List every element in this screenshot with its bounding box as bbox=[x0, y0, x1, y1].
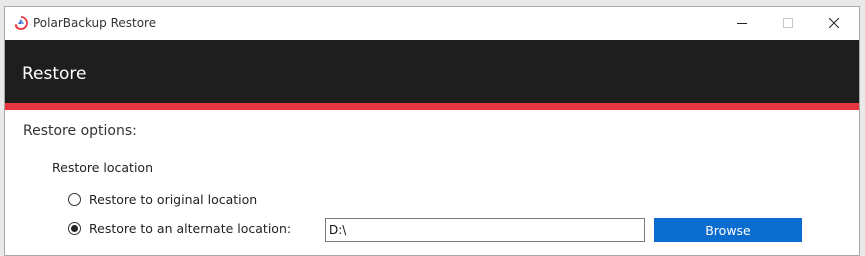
title-bar[interactable]: PolarBackup Restore bbox=[5, 7, 859, 39]
minimize-icon bbox=[737, 18, 747, 28]
restore-window: PolarBackup Restore Restore Restore opti… bbox=[4, 6, 860, 256]
polarbackup-logo-icon bbox=[13, 15, 29, 31]
radio-button-selected[interactable] bbox=[68, 221, 81, 235]
header-accent-bar bbox=[5, 103, 859, 110]
radio-button[interactable] bbox=[68, 192, 81, 206]
section-title: Restore options: bbox=[23, 123, 137, 139]
close-button[interactable] bbox=[811, 7, 857, 39]
radio-label: Restore to an alternate location: bbox=[89, 220, 292, 236]
browse-button[interactable]: Browse bbox=[654, 218, 802, 242]
restore-options-panel: Restore options: Restore location Restor… bbox=[5, 110, 859, 255]
maximize-icon bbox=[783, 18, 793, 28]
maximize-button[interactable] bbox=[765, 7, 811, 39]
radio-label: Restore to original location bbox=[89, 191, 258, 207]
alternate-location-input[interactable] bbox=[325, 218, 645, 242]
radio-original-location[interactable]: Restore to original location bbox=[68, 190, 257, 208]
window-title: PolarBackup Restore bbox=[33, 16, 157, 30]
minimize-button[interactable] bbox=[719, 7, 765, 39]
page-title: Restore bbox=[22, 64, 87, 84]
restore-location-label: Restore location bbox=[52, 160, 154, 175]
page-header: Restore bbox=[5, 40, 859, 103]
radio-alternate-location[interactable]: Restore to an alternate location: bbox=[68, 219, 291, 237]
close-icon bbox=[829, 18, 839, 28]
